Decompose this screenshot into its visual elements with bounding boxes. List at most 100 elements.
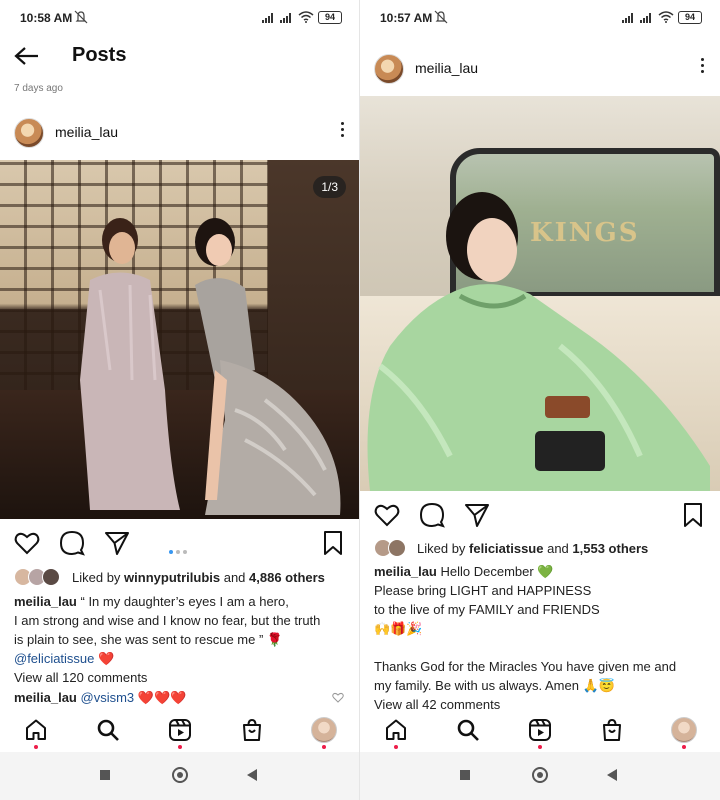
comment-username[interactable]: meilia_lau	[14, 690, 77, 705]
post-username[interactable]: meilia_lau	[415, 60, 478, 76]
post-header: meilia_lau	[0, 112, 360, 156]
bottom-nav	[0, 710, 360, 752]
right-screen: 10:57 AM 94 meilia_lau KINGS Liked by fe…	[360, 0, 720, 800]
more-options-icon[interactable]	[338, 122, 346, 142]
signal-icon	[622, 13, 633, 23]
carousel-indicator	[169, 541, 190, 559]
comment-emoji: ❤️❤️❤️	[134, 690, 187, 705]
signal-icon	[262, 13, 273, 23]
liked-user[interactable]: feliciatissue	[469, 541, 543, 556]
comment-icon[interactable]	[419, 502, 445, 528]
woman-figure	[80, 218, 180, 510]
signal-icon	[640, 13, 651, 23]
comment-preview: meilia_lau @vsism3 ❤️❤️❤️	[14, 690, 350, 706]
liked-and: and	[220, 570, 250, 585]
status-bar: 10:58 AM 94	[0, 0, 360, 36]
comment-mention[interactable]: @vsism3	[81, 690, 135, 705]
more-options-icon[interactable]	[698, 58, 706, 78]
screen-divider	[359, 0, 360, 800]
caption-username[interactable]: meilia_lau	[374, 564, 437, 579]
caption-username[interactable]: meilia_lau	[14, 594, 77, 609]
liked-and: and	[543, 541, 573, 556]
post-actions	[0, 524, 360, 564]
woman-figure	[367, 192, 710, 491]
liked-user[interactable]: winnyputrilubis	[124, 570, 220, 585]
system-nav-bar	[0, 752, 360, 800]
like-heart-icon[interactable]	[14, 530, 40, 556]
post-header: meilia_lau	[360, 48, 720, 92]
caption-mention[interactable]: @feliciatissue	[14, 651, 94, 666]
mute-icon	[434, 10, 448, 24]
post-actions	[360, 496, 720, 536]
page-title: Posts	[72, 44, 127, 66]
reels-icon[interactable]	[528, 718, 552, 742]
liker-avatars	[14, 568, 64, 586]
search-icon[interactable]	[456, 718, 480, 742]
reels-icon[interactable]	[168, 718, 192, 742]
search-icon[interactable]	[96, 718, 120, 742]
liked-by[interactable]: Liked by winnyputrilubis and 4,886 other…	[0, 568, 360, 590]
back-button-icon[interactable]	[607, 769, 617, 781]
home-button-icon[interactable]	[532, 767, 548, 783]
status-time: 10:57 AM	[380, 11, 433, 25]
system-nav-bar	[360, 752, 720, 800]
posts-header: Posts	[0, 36, 360, 76]
wifi-icon	[298, 11, 314, 23]
status-bar: 10:57 AM 94	[360, 0, 720, 36]
liked-prefix: Liked by	[72, 570, 125, 585]
post-image[interactable]: 1/3	[0, 160, 360, 519]
comment-like-icon[interactable]	[332, 692, 344, 703]
caption-line: Thanks God for the Miracles You have giv…	[374, 659, 677, 674]
caption-line: is plain to see, she was sent to rescue …	[14, 632, 284, 647]
caption-line: Hello December 💚	[436, 564, 554, 579]
liked-by[interactable]: Liked by feliciatissue and 1,553 others	[360, 539, 720, 561]
notification-dot	[682, 745, 686, 749]
home-icon[interactable]	[384, 718, 408, 742]
avatar[interactable]	[374, 54, 404, 84]
mute-icon	[74, 10, 88, 24]
comment-icon[interactable]	[59, 530, 85, 556]
bottom-nav	[360, 710, 720, 752]
notification-dot	[34, 745, 38, 749]
back-arrow-icon[interactable]	[14, 46, 40, 66]
liked-others[interactable]: 1,553 others	[572, 541, 648, 556]
bookmark-icon[interactable]	[680, 502, 706, 528]
caption-line: 🙌🎁🎉	[374, 621, 423, 636]
caption-line	[374, 638, 710, 657]
recent-apps-icon[interactable]	[100, 770, 110, 780]
post-caption: meilia_lau Hello December 💚 Please bring…	[374, 562, 710, 695]
like-heart-icon[interactable]	[374, 502, 400, 528]
profile-avatar[interactable]	[311, 717, 337, 743]
notification-dot	[394, 745, 398, 749]
post-username[interactable]: meilia_lau	[55, 124, 118, 140]
home-button-icon[interactable]	[172, 767, 188, 783]
post-image[interactable]: KINGS	[360, 96, 720, 491]
shop-icon[interactable]	[240, 718, 264, 742]
bookmark-icon[interactable]	[320, 530, 346, 556]
signal-icon	[280, 13, 291, 23]
avatar[interactable]	[14, 118, 44, 148]
post-caption: meilia_lau “ In my daughter’s eyes I am …	[14, 592, 350, 668]
caption-line: my family. Be with us always. Amen 🙏😇	[374, 678, 615, 693]
battery-indicator: 94	[318, 11, 342, 24]
share-send-icon[interactable]	[104, 530, 130, 556]
status-time: 10:58 AM	[20, 11, 73, 25]
shop-icon[interactable]	[600, 718, 624, 742]
back-button-icon[interactable]	[247, 769, 257, 781]
recent-apps-icon[interactable]	[460, 770, 470, 780]
notification-dot	[322, 745, 326, 749]
left-screen: 10:58 AM 94 Posts 7 days ago meilia_lau	[0, 0, 360, 800]
caption-line: Please bring LIGHT and HAPPINESS	[374, 583, 592, 598]
home-icon[interactable]	[24, 718, 48, 742]
liked-prefix: Liked by	[417, 541, 470, 556]
share-send-icon[interactable]	[464, 502, 490, 528]
profile-avatar[interactable]	[671, 717, 697, 743]
view-comments-link[interactable]: View all 120 comments	[14, 670, 350, 685]
caption-line: I am strong and wise and I know no fear,…	[14, 613, 321, 628]
woman-figure	[195, 218, 341, 515]
post-age: 7 days ago	[14, 83, 63, 94]
battery-indicator: 94	[678, 11, 702, 24]
liked-others[interactable]: 4,886 others	[249, 570, 325, 585]
caption-line: “ In my daughter’s eyes I am a hero,	[80, 594, 289, 609]
notification-dot	[538, 745, 542, 749]
